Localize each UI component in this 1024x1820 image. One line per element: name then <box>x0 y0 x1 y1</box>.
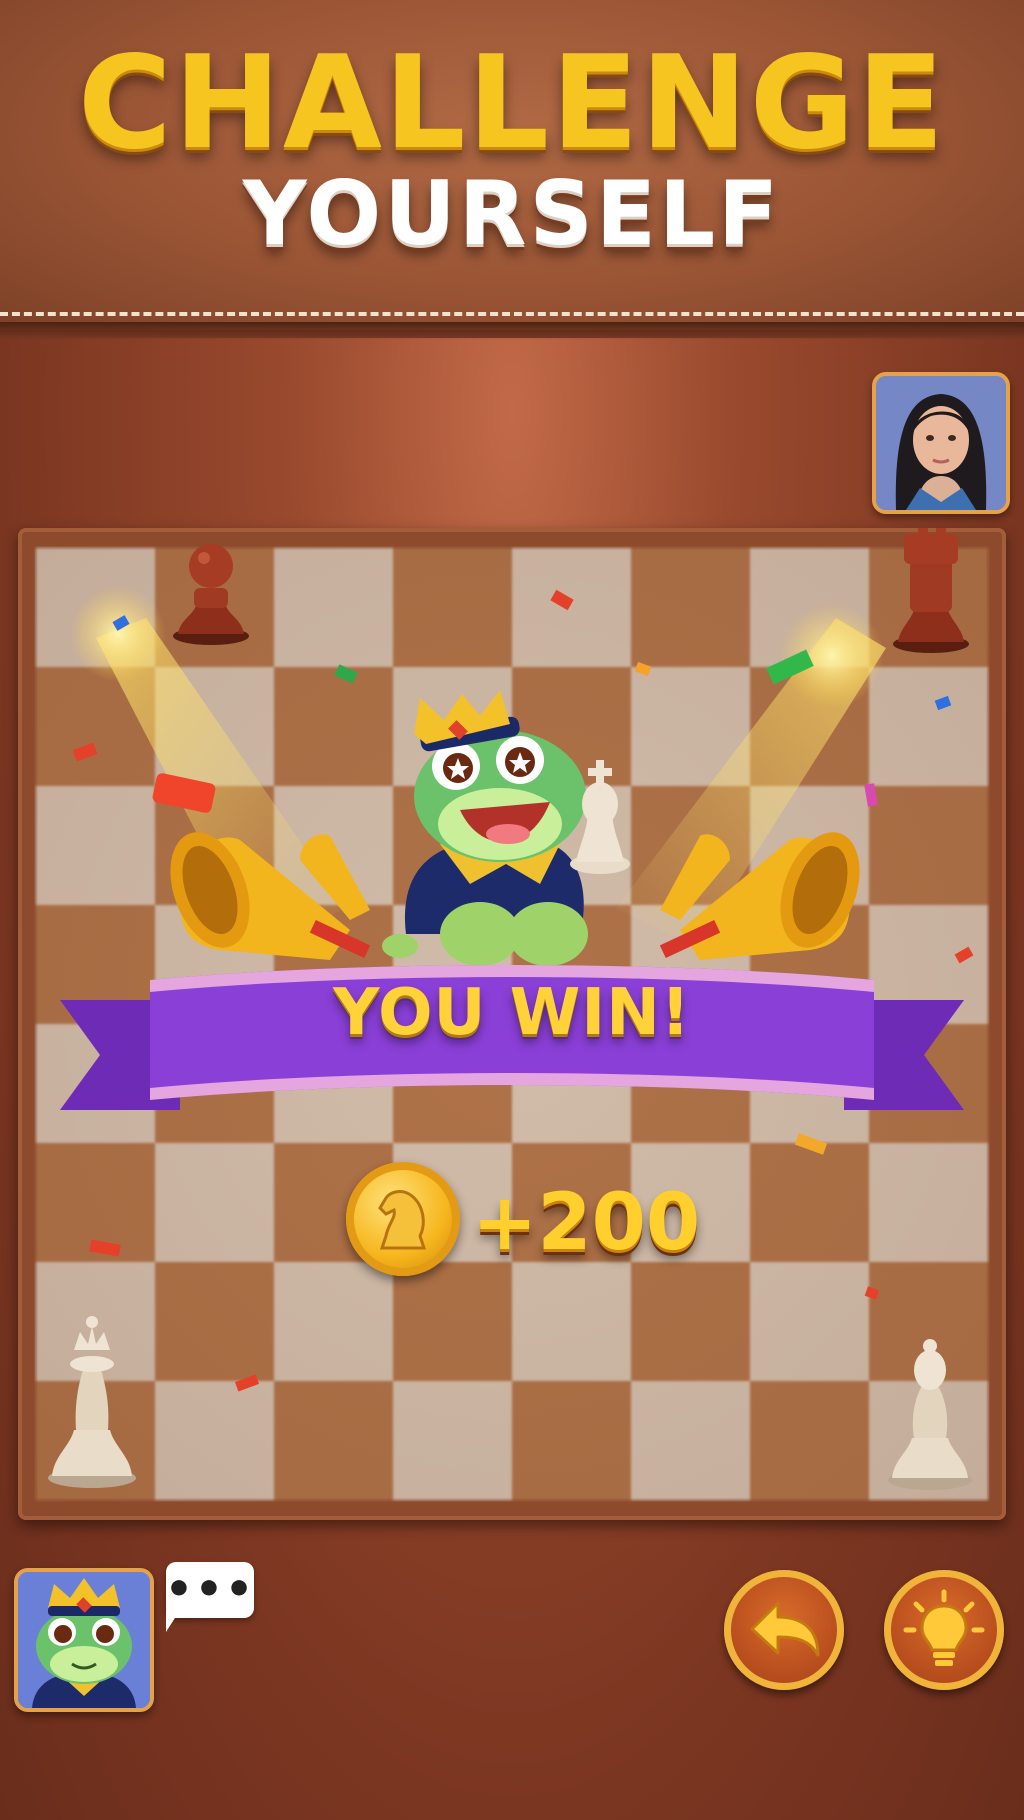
stitch-line <box>0 312 1024 316</box>
undo-arrow-icon <box>750 1601 820 1657</box>
title-header: CHALLENGE YOURSELF <box>0 0 1024 330</box>
hint-button[interactable] <box>884 1570 1004 1690</box>
header-shadow <box>0 322 1024 340</box>
lightbulb-icon <box>903 1589 985 1666</box>
player-avatar[interactable] <box>14 1568 154 1712</box>
opponent-avatar[interactable] <box>872 372 1010 514</box>
frog-king-mascot <box>382 690 630 966</box>
knight-coin-icon <box>346 1162 460 1276</box>
title-yourself: YOURSELF <box>242 162 782 265</box>
title-challenge: CHALLENGE <box>77 29 947 178</box>
reward-amount: +200 <box>472 1178 701 1268</box>
undo-button[interactable] <box>724 1570 844 1690</box>
win-banner-text: YOU WIN! <box>333 976 691 1050</box>
frog-king-avatar-icon <box>18 1572 150 1708</box>
opponent-girl-avatar-icon <box>876 376 1006 510</box>
chat-bubble-tail <box>166 1610 180 1632</box>
